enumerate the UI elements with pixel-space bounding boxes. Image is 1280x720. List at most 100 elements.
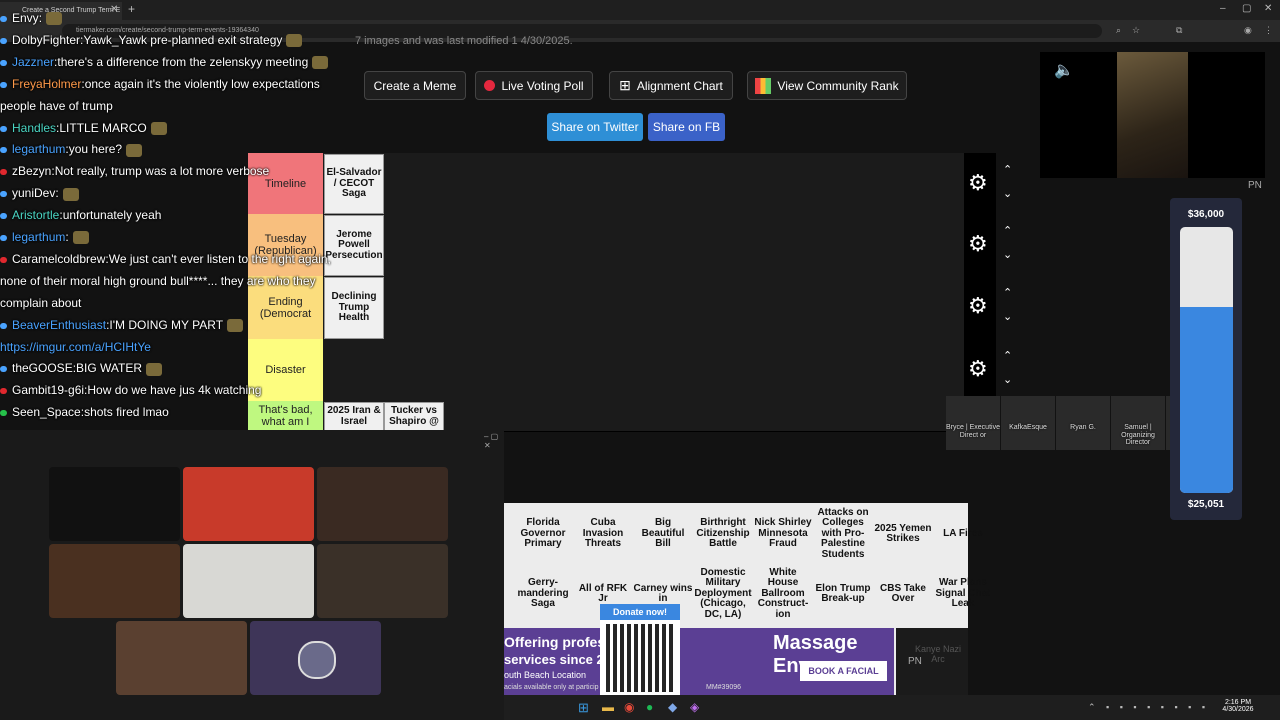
tier-row [248, 339, 964, 402]
live-voting-poll-label: Live Voting Poll [501, 78, 584, 93]
chevron-up-icon[interactable]: ⌃ [1003, 224, 1012, 237]
tier-card[interactable]: 2025 Iran & Israel [324, 402, 384, 431]
chat-username[interactable]: Jazzner [12, 55, 54, 69]
chat-username[interactable]: Handles [12, 121, 56, 135]
pool-card[interactable]: Gerry-mandering Saga [513, 564, 573, 624]
gear-icon[interactable]: ⚙ [968, 293, 988, 319]
ad-cta-button[interactable]: BOOK A FACIAL [800, 661, 887, 681]
minimize-icon[interactable]: – [1220, 3, 1226, 14]
chat-text: Not really, trump was a lot more verbose [54, 164, 270, 179]
badge-icon [0, 322, 7, 329]
gear-icon[interactable]: ⚙ [968, 356, 988, 382]
live-voting-poll-button[interactable]: Live Voting Poll [475, 71, 593, 100]
gear-icon[interactable]: ⚙ [968, 231, 988, 257]
pool-card[interactable]: War Plans Signal Chat Leak [933, 564, 993, 624]
tab-close-icon[interactable]: ✕ [110, 2, 118, 18]
video-tile [116, 621, 247, 695]
zoom-icon[interactable]: ⌕ [1116, 25, 1121, 36]
chat-username[interactable]: BeaverEnthusiast [12, 318, 106, 332]
extensions-icon[interactable]: ⧉ [1176, 25, 1182, 36]
pool-card[interactable]: White House Ballroom Construct-ion [753, 564, 813, 624]
chevron-down-icon[interactable]: ⌄ [1003, 248, 1012, 261]
chevron-down-icon[interactable]: ⌄ [1003, 187, 1012, 200]
chat-username[interactable]: Gambit19-g6i [12, 383, 84, 397]
chrome-icon[interactable]: ◉ [624, 700, 634, 714]
chevron-down-icon[interactable]: ⌄ [1003, 310, 1012, 323]
maximize-icon[interactable]: ▢ [1242, 3, 1251, 14]
chat-username[interactable]: legarthum [12, 230, 65, 244]
spotify-icon[interactable]: ● [646, 700, 653, 714]
chat-username[interactable]: Envy [12, 11, 39, 25]
tier-card[interactable]: Jerome Powell Persecution [324, 215, 384, 276]
badge-icon [0, 256, 7, 263]
tier-card[interactable]: Tucker vs Shapiro @ [384, 402, 444, 431]
viewer-avatar[interactable]: Samuel | Organizing Director [1111, 396, 1165, 450]
chat-text: I'M DOING MY PART [109, 317, 224, 332]
chevron-up-icon[interactable]: ⌃ [1003, 349, 1012, 362]
file-explorer-icon[interactable]: ▬ [602, 700, 614, 714]
share-facebook-button[interactable]: Share on FB [648, 113, 725, 141]
pool-card[interactable]: Cuba Invasion Threats [573, 504, 633, 564]
tier-card[interactable]: Declining Trump Health [324, 277, 384, 339]
start-icon[interactable]: ⊞ [578, 700, 589, 716]
clock-date: 4/30/2026 [1222, 706, 1254, 713]
tier-label[interactable]: Timeline [248, 153, 323, 214]
chat-message: complain about [0, 296, 81, 310]
speaker-icon[interactable]: 🔈 [1054, 60, 1074, 80]
chat-username[interactable]: yuniDev [12, 186, 55, 200]
pool-card[interactable]: Big Beautiful Bill [633, 504, 693, 564]
pool-card[interactable]: Attacks on Colleges with Pro-Palestine S… [813, 504, 873, 564]
taskbar-clock[interactable]: 2:16 PM 4/30/2026 [1218, 699, 1258, 713]
pool-card[interactable]: Florida Governor Primary [513, 504, 573, 564]
viewer-name: Ryan G. [1070, 424, 1096, 431]
chat-username[interactable]: zBezyn [12, 164, 51, 178]
chat-username[interactable]: Caramelcoldbrew [12, 252, 105, 266]
obs-icon[interactable]: ◈ [690, 700, 699, 714]
system-tray-icons[interactable]: ⌃ ▪ ▪ ▪ ▪ ▪ ▪ ▪ ▪ [1088, 702, 1209, 713]
chat-username[interactable]: Aristortle [12, 208, 59, 222]
chat-message: Gambit19-g6i:How do we have jus 4k watch… [0, 383, 261, 397]
gear-icon[interactable]: ⚙ [968, 170, 988, 196]
pool-card[interactable]: 2025 Yemen Strikes [873, 504, 933, 564]
browser-menu-icon[interactable]: ⋮ [1264, 25, 1273, 36]
pool-card[interactable]: CBS Take Over [873, 564, 933, 624]
chat-username[interactable]: FreyaHolmer [12, 77, 81, 91]
chevron-up-icon[interactable]: ⌃ [1003, 163, 1012, 176]
video-window-controls[interactable]: – ▢ ✕ [484, 432, 504, 450]
tier-card[interactable]: El-Salvador / CECOT Saga [324, 154, 384, 214]
chevron-down-icon[interactable]: ⌄ [1003, 373, 1012, 386]
viewer-avatar[interactable]: KafkaEsque [1001, 396, 1055, 450]
chat-username[interactable]: legarthum [12, 142, 65, 156]
chat-username[interactable]: theGOOSE [12, 361, 73, 375]
advertisement[interactable]: Offering profess services since 2 outh B… [504, 628, 894, 695]
profile-icon[interactable]: ◉ [1244, 25, 1252, 36]
clock-time: 2:16 PM [1224, 699, 1252, 706]
chat-username[interactable]: Seen_Space [12, 405, 81, 419]
pool-card[interactable]: Nick Shirley Minnesota Fraud [753, 504, 813, 564]
viewer-avatar[interactable]: Bryce | Executive Direct or [946, 396, 1000, 450]
pool-card[interactable]: LA Fires [933, 504, 993, 564]
tier-label[interactable]: Tuesday (Republican) [248, 214, 323, 276]
viewer-avatar[interactable]: Ryan G. [1056, 396, 1110, 450]
share-twitter-button[interactable]: Share on Twitter [547, 113, 643, 141]
pool-card[interactable]: Domestic Military Deployment (Chicago, D… [693, 564, 753, 624]
steam-icon[interactable]: ◆ [668, 700, 677, 714]
chat-message: DolbyFighter:Yawk_Yawk pre-planned exit … [0, 33, 303, 48]
badge-icon [0, 147, 7, 154]
chat-text: there's a difference from the zelenskyy … [57, 54, 309, 69]
tier-label[interactable]: That's bad, what am I [248, 401, 323, 431]
donate-qr-panel[interactable]: Donate now! [600, 604, 680, 696]
chevron-up-icon[interactable]: ⌃ [1003, 286, 1012, 299]
new-tab-icon[interactable]: + [128, 2, 135, 16]
alignment-chart-button[interactable]: ⊞ Alignment Chart [609, 71, 733, 100]
create-meme-button[interactable]: Create a Meme [364, 71, 466, 100]
bookmark-star-icon[interactable]: ☆ [1132, 25, 1140, 36]
pn-overlay-label: PN [908, 656, 922, 667]
pool-card[interactable]: Elon Trump Break-up [813, 564, 873, 624]
pool-card[interactable]: Birthright Citizenship Battle [693, 504, 753, 564]
pn-overlay-label-2: PN [1248, 180, 1262, 191]
community-rank-button[interactable]: View Community Rank [747, 71, 907, 100]
chat-username[interactable]: DolbyFighter [12, 33, 80, 47]
ad-license: MM#39096 [706, 684, 742, 691]
window-close-icon[interactable]: ✕ [1264, 3, 1272, 14]
